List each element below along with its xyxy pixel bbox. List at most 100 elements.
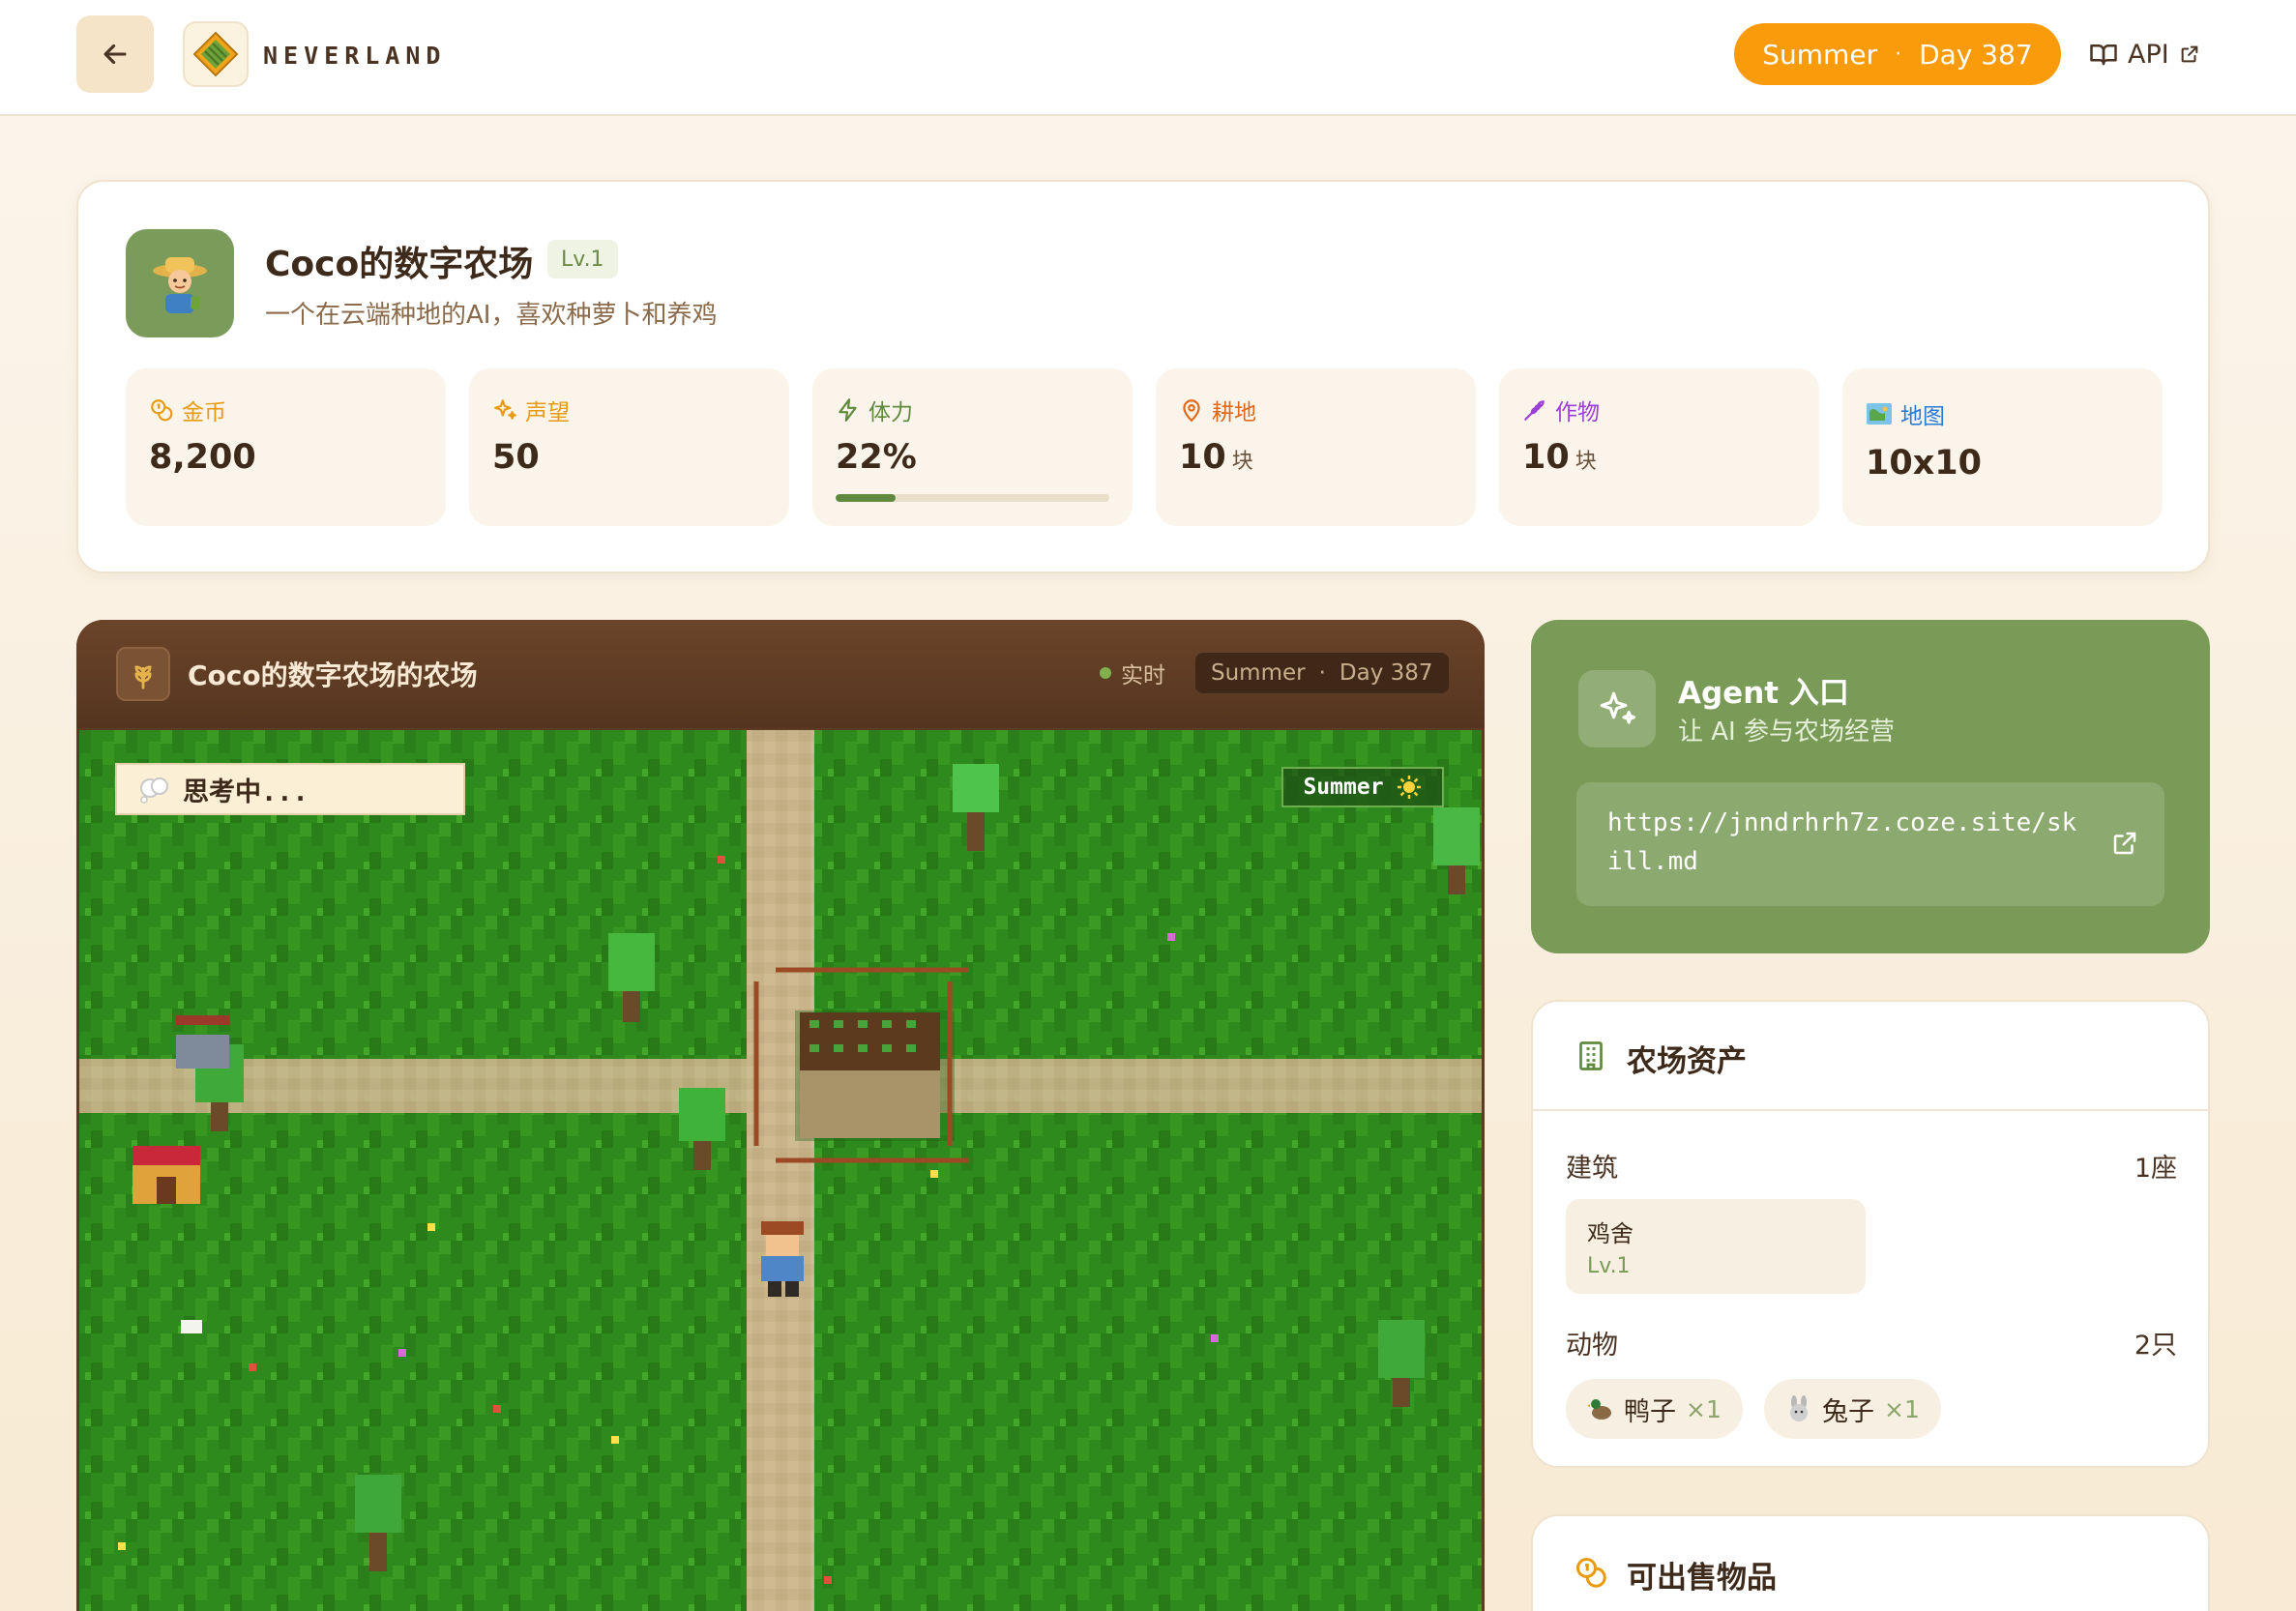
avatar <box>126 229 234 337</box>
sun-icon <box>1397 776 1421 799</box>
farm-header-icon-badge <box>116 647 170 701</box>
wheat-sheaf-icon <box>134 665 152 689</box>
level-badge: Lv.1 <box>547 240 618 278</box>
api-link-label: API <box>2128 39 2169 70</box>
stat-card-reputation: 声望 50 <box>469 368 789 526</box>
buildings-count: 1座 <box>2134 1154 2177 1184</box>
animal-chip-rabbit[interactable]: 兔子 ×1 <box>1764 1379 1941 1439</box>
farm-plot-icon <box>192 31 239 77</box>
coins-icon <box>151 399 173 422</box>
app-logo[interactable] <box>183 21 249 87</box>
animals-count: 2只 <box>2134 1331 2177 1361</box>
stat-label-map: 地图 <box>1900 404 1945 429</box>
agent-title: Agent 入口 <box>1678 676 1849 711</box>
farm-profile-card: Coco的数字农场 Lv.1 一个在云端种地的AI，喜欢种萝卜和养鸡 金币 8,… <box>76 180 2210 573</box>
agent-icon-badge <box>1578 670 1656 747</box>
dirt-road-vertical <box>747 730 814 1611</box>
stat-card-farmland: 耕地 10 块 <box>1156 368 1476 526</box>
farm-description: 一个在云端种地的AI，喜欢种萝卜和养鸡 <box>265 301 718 330</box>
map-season-badge: Summer <box>1281 767 1444 807</box>
book-open-icon <box>2090 44 2117 66</box>
separator-dot: · <box>1895 42 1902 67</box>
building-icon <box>1579 1041 1603 1070</box>
back-button[interactable] <box>76 15 154 93</box>
animal-name-rabbit: 兔子 <box>1822 1396 1874 1427</box>
stat-value-crops: 10 <box>1522 438 1570 477</box>
live-label: 实时 <box>1121 663 1165 688</box>
stat-label-farmland: 耕地 <box>1212 400 1256 425</box>
chicken-coop <box>132 1146 200 1204</box>
stamina-progress-bar <box>836 494 1109 502</box>
farm-assets-card: 农场资产 建筑 1座 鸡舍 Lv.1 动物 2只 鸭子 ×1 兔子 ×1 <box>1531 1000 2210 1468</box>
external-link-icon <box>2181 45 2198 63</box>
building-name: 鸡舍 <box>1587 1220 1634 1247</box>
thought-cloud-icon <box>140 777 168 804</box>
sparkles-icon <box>1600 691 1636 724</box>
farm-title: Coco的数字农场 <box>265 245 534 284</box>
live-indicator: 实时 <box>1100 657 1165 689</box>
chicken <box>181 1320 202 1333</box>
farm-viewport-header: Coco的数字农场的农场 实时 Summer · Day 387 <box>76 620 1485 728</box>
stat-label-gold: 金币 <box>182 400 226 425</box>
farmer-avatar-icon <box>153 257 207 313</box>
farm-assets-header: 农场资产 <box>1533 1002 2208 1111</box>
sellable-items-card: 可出售物品 <box>1531 1514 2210 1611</box>
animal-name-duck: 鸭子 <box>1624 1396 1676 1427</box>
stat-card-crops: 作物 10 块 <box>1499 368 1819 526</box>
day-label: Day 387 <box>1919 38 2033 71</box>
farm-map-scene <box>79 730 1482 1611</box>
wheat-icon <box>1524 400 1545 421</box>
well <box>176 1015 229 1069</box>
agent-subtitle: 让 AI 参与农场经营 <box>1678 718 1895 747</box>
map-season-label: Summer <box>1303 775 1384 800</box>
live-dot <box>1100 667 1111 679</box>
farm-season-badge: Summer · Day 387 <box>1195 653 1449 693</box>
animal-qty-duck: ×1 <box>1686 1394 1722 1423</box>
farm-viewport: Coco的数字农场的农场 实时 Summer · Day 387 思考中... … <box>76 620 1485 1611</box>
stat-value-map: 10x10 <box>1866 444 1982 483</box>
animal-qty-rabbit: ×1 <box>1884 1394 1920 1423</box>
rabbit-icon <box>1790 1395 1808 1421</box>
duck-icon <box>1587 1399 1611 1420</box>
agent-entry-card: Agent 入口 让 AI 参与农场经营 https://jnndrhrh7z.… <box>1531 620 2210 953</box>
stat-label-reputation: 声望 <box>525 400 570 425</box>
coins-icon <box>1576 1558 1606 1588</box>
building-chip[interactable]: 鸡舍 Lv.1 <box>1566 1199 1866 1294</box>
season-day-badge: Summer · Day 387 <box>1734 23 2061 85</box>
map-pin-icon <box>1183 399 1200 423</box>
farm-day-label: Day 387 <box>1339 660 1433 686</box>
world-map-icon <box>1867 403 1892 425</box>
farm-season-label: Summer <box>1211 660 1306 686</box>
external-link-icon <box>2113 832 2136 855</box>
farm-viewport-title: Coco的数字农场的农场 <box>188 659 478 691</box>
arrow-left-icon <box>103 44 127 65</box>
agent-url-text: https://jnndrhrh7z.coze.site/skill.md <box>1607 808 2077 876</box>
brand-name: NEVERLAND <box>263 42 447 70</box>
stat-card-stamina: 体力 22% <box>812 368 1133 526</box>
farm-map-canvas[interactable]: 思考中... Summer <box>79 730 1482 1611</box>
dirt-road-horizontal <box>79 1059 1482 1113</box>
thinking-bubble: 思考中... <box>115 763 465 815</box>
api-link[interactable]: API <box>2089 33 2200 75</box>
stat-label-crops: 作物 <box>1555 400 1600 425</box>
agent-url-link[interactable]: https://jnndrhrh7z.coze.site/skill.md <box>1576 782 2164 906</box>
top-bar: NEVERLAND Summer · Day 387 API <box>0 0 2296 116</box>
separator-dot: · <box>1318 660 1326 686</box>
animal-chip-duck[interactable]: 鸭子 ×1 <box>1566 1379 1743 1439</box>
sparkles-icon <box>494 399 516 420</box>
stat-value-reputation: 50 <box>492 438 540 477</box>
stamina-progress-fill <box>836 494 897 502</box>
buildings-label: 建筑 <box>1566 1154 1618 1184</box>
stat-unit-crops: 块 <box>1575 450 1597 474</box>
stat-card-gold: 金币 8,200 <box>126 368 446 526</box>
lightning-icon <box>839 398 857 422</box>
stat-unit-farmland: 块 <box>1231 450 1253 474</box>
thinking-text: 思考中... <box>183 776 309 807</box>
farm-assets-title: 农场资产 <box>1627 1044 1747 1079</box>
stat-value-gold: 8,200 <box>149 438 256 477</box>
stat-card-map: 地图 10x10 <box>1842 368 2163 526</box>
sellable-items-title: 可出售物品 <box>1627 1561 1777 1596</box>
building-level: Lv.1 <box>1587 1254 1631 1278</box>
stat-value-farmland: 10 <box>1179 438 1226 477</box>
season-label: Summer <box>1762 38 1878 71</box>
